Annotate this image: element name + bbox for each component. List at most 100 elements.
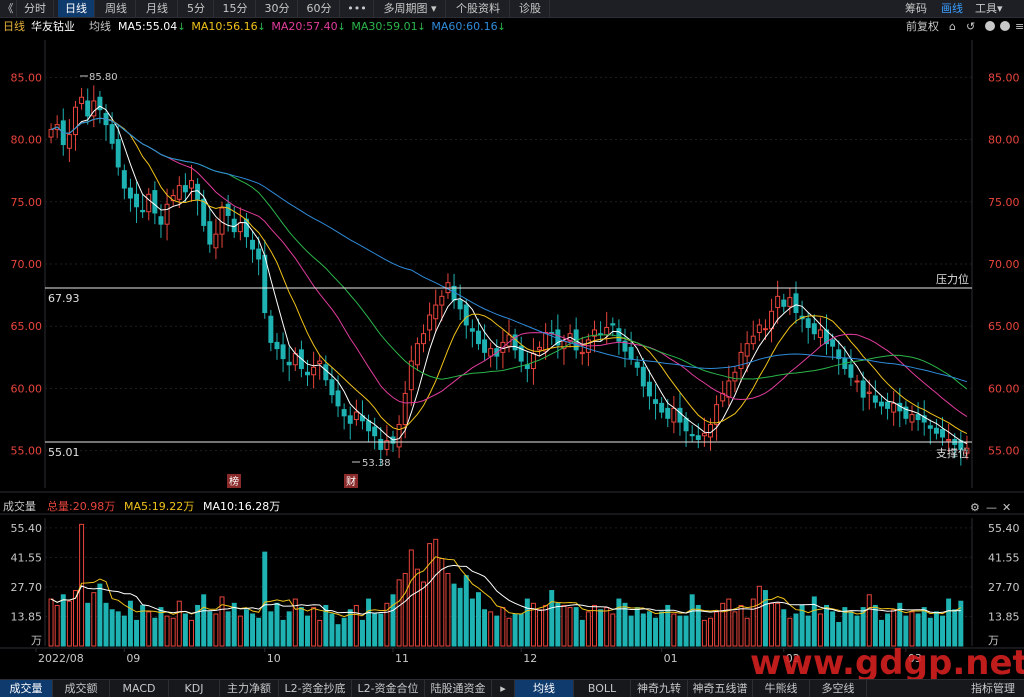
volume-bar (262, 551, 268, 647)
tab-intraday[interactable]: 分时 (17, 0, 54, 17)
volume-bar (604, 607, 610, 647)
close-icon[interactable]: ✕ (1002, 501, 1011, 514)
volume-bar (769, 602, 775, 647)
minimize-icon[interactable]: — (986, 501, 997, 514)
menu-icon[interactable]: ≡ (1015, 20, 1024, 33)
tab-main-net[interactable]: 主力净额 (220, 680, 279, 697)
settings-icon[interactable]: ⚙ (970, 501, 980, 514)
tab-15min[interactable]: 15分 (215, 0, 256, 17)
candle-body (933, 427, 939, 434)
tab-weekly[interactable]: 周线 (97, 0, 136, 17)
volume-bar (396, 579, 402, 647)
tab-macd[interactable]: MACD (110, 680, 169, 697)
tab-volume[interactable]: 成交量 (0, 680, 53, 697)
candle-body (72, 106, 78, 136)
volume-unit-left: 万 (31, 634, 42, 647)
volume-bar (622, 602, 628, 647)
volume-bar (408, 549, 414, 647)
price-grid (44, 40, 973, 488)
zoom-in-icon[interactable] (985, 21, 995, 31)
volume-bar (549, 590, 555, 647)
candle-body (659, 402, 665, 413)
volume-bar (201, 594, 207, 647)
candle-body (439, 295, 445, 306)
volume-bar (689, 594, 695, 647)
volume-bar (335, 624, 341, 647)
tab-bull-bear[interactable]: 牛熊线 (753, 680, 810, 697)
tab-daily[interactable]: 日线 (58, 0, 95, 17)
candle-body (830, 339, 836, 347)
price-tick-left: 65.00 (11, 320, 43, 333)
kline-chart[interactable]: 日线 华友钴业 均线 MA5:55.04 ↓ MA10:56.16 ↓ MA20:57.… (0, 18, 1024, 680)
resistance-value: 67.93 (48, 292, 80, 305)
tab-l2-bottom[interactable]: L2-资金抄底 (279, 680, 352, 697)
volume-bar (543, 604, 549, 647)
ma-line-ma10 (50, 117, 968, 435)
candle-body (708, 424, 713, 438)
tab-magic-nine[interactable]: 神奇九转 (631, 680, 688, 697)
volume-axis-left: 55.40 41.55 27.70 13.85 万 (11, 522, 43, 647)
volume-bar (677, 615, 683, 647)
volume-bar (610, 613, 616, 647)
header-icons: ⌂ ↺ ≡ (949, 20, 1024, 33)
volume-bar (866, 594, 872, 647)
tab-l2-position[interactable]: L2-资金合位 (352, 680, 425, 697)
chevron-down-icon: ▾ (430, 2, 437, 15)
volume-bar (488, 611, 494, 647)
tab-kdj[interactable]: KDJ (169, 680, 220, 697)
arrow-down-icon: ↓ (337, 22, 345, 33)
ma-label: 均线 (89, 19, 111, 33)
tab-ma[interactable]: 均线 (515, 680, 574, 697)
volume-bar (66, 600, 72, 647)
tab-5min[interactable]: 5分 (179, 0, 214, 17)
volume-title: 成交量 (3, 499, 36, 513)
candle-body (793, 293, 799, 314)
adjust-mode-label[interactable]: 前复权 (906, 19, 939, 33)
tab-magic-five[interactable]: 神奇五线谱 (688, 680, 753, 697)
tab-hk-connect[interactable]: 陆股通资金 (425, 680, 492, 697)
candle-body (378, 438, 384, 450)
volume-bar (79, 523, 85, 647)
chips-button[interactable]: 筹码 (900, 0, 932, 17)
tab-long-short[interactable]: 多空线 (810, 680, 867, 697)
candle-body (695, 435, 701, 440)
candle-body (79, 96, 85, 104)
undo-icon[interactable]: ↺ (966, 20, 975, 33)
candle-body (366, 420, 372, 432)
volume-bar (170, 617, 176, 647)
tools-dropdown[interactable]: 工具▾ (975, 0, 1015, 17)
tab-indicator-manage[interactable]: 指标管理 (962, 680, 1024, 697)
volume-bar (54, 604, 60, 647)
zoom-out-icon[interactable] (1000, 21, 1010, 31)
candle-body (280, 344, 286, 360)
tab-boll[interactable]: BOLL (574, 680, 631, 697)
volume-bar (463, 575, 469, 647)
volume-bar (189, 619, 194, 647)
volume-bar (537, 609, 543, 647)
tab-turnover[interactable]: 成交额 (53, 680, 110, 697)
candle-body (256, 248, 262, 260)
candle-body (207, 221, 213, 245)
candle-body (414, 343, 420, 366)
tab-monthly[interactable]: 月线 (137, 0, 178, 17)
candle-body (347, 415, 353, 424)
volume-tick-left: 55.40 (11, 522, 43, 535)
diagnose-button[interactable]: 诊股 (511, 0, 550, 17)
candle-body (353, 411, 359, 421)
draw-line-button[interactable]: 画线 (936, 0, 968, 17)
candle-body (775, 295, 781, 309)
volume-bar (237, 615, 243, 647)
volume-bar (573, 607, 579, 647)
tab-30min[interactable]: 30分 (257, 0, 298, 17)
tab-60min[interactable]: 60分 (299, 0, 340, 17)
volume-bar (915, 613, 921, 647)
tab-scroll-arrow[interactable]: ▸ (492, 680, 515, 697)
volume-bar (317, 619, 323, 647)
more-icon[interactable]: ••• (341, 0, 374, 17)
tools-label: 工具 (975, 2, 997, 15)
stock-info-button[interactable]: 个股资料 (447, 0, 510, 17)
multi-period-dropdown[interactable]: 多周期图 ▾ (375, 0, 446, 17)
price-tick-right: 75.00 (988, 196, 1020, 209)
lock-icon[interactable]: ⌂ (949, 20, 956, 33)
back-icon[interactable]: 《 (0, 0, 17, 17)
